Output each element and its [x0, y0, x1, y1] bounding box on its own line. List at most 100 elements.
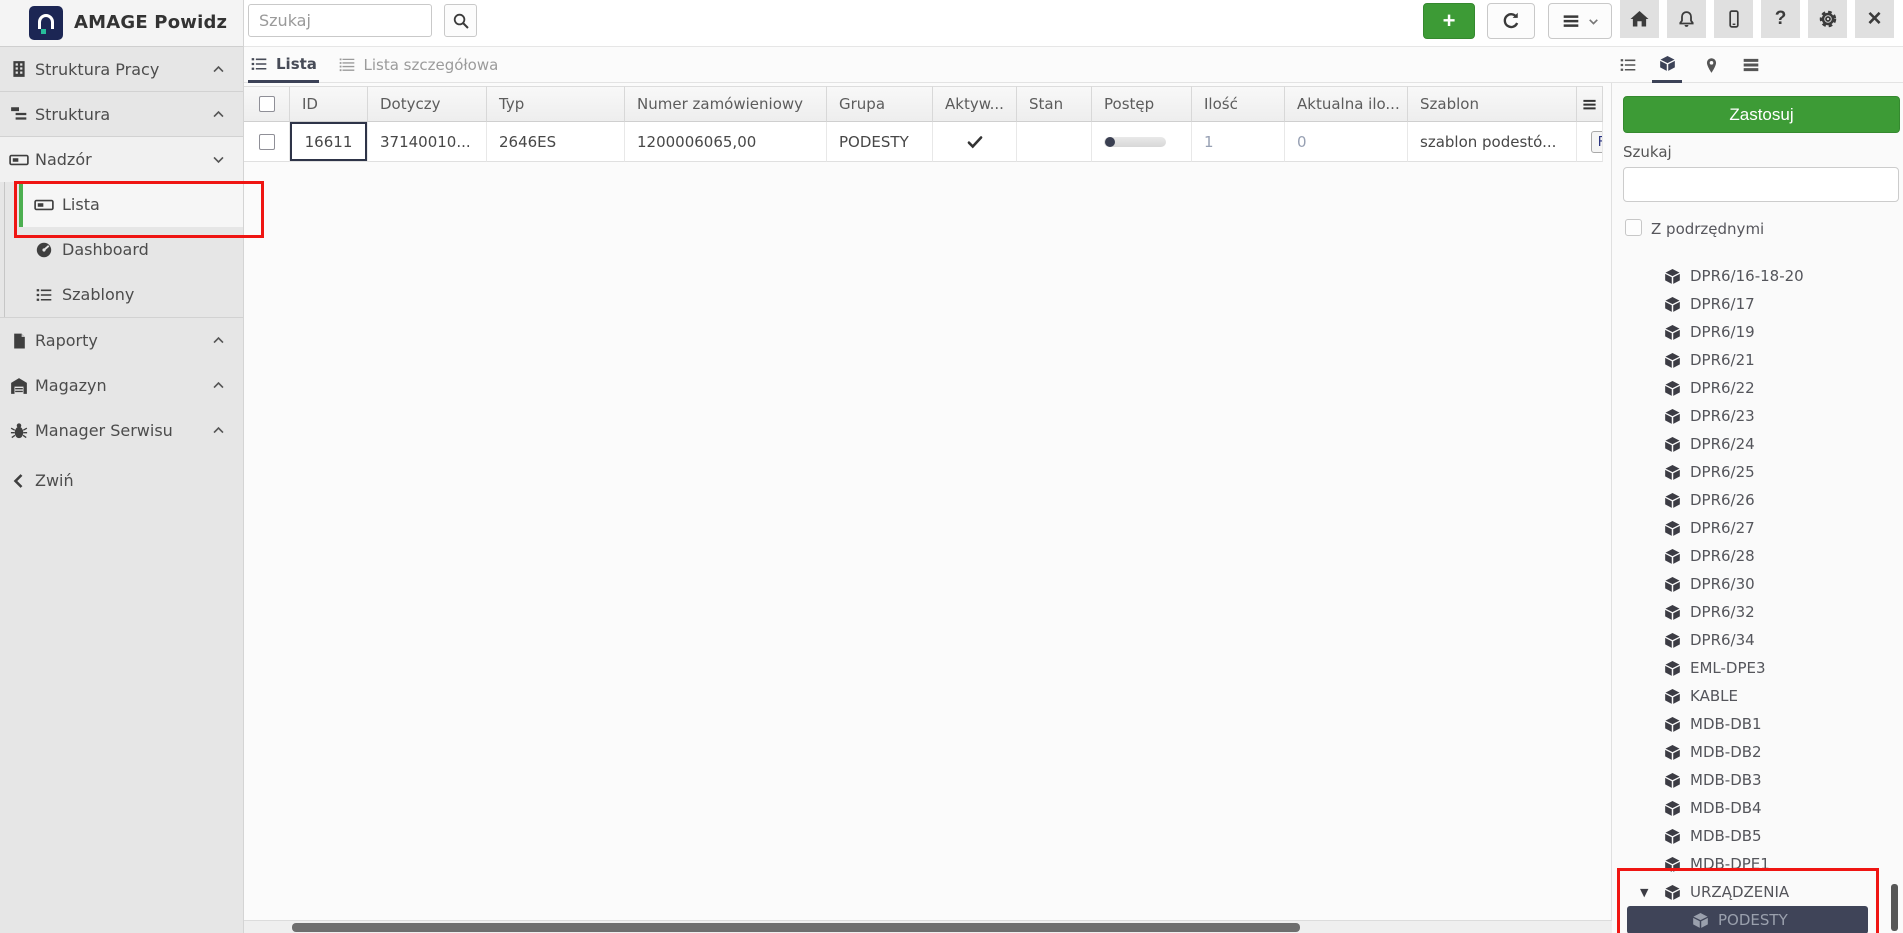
panel-tab-list[interactable] — [1613, 47, 1643, 83]
subtree-checkbox[interactable] — [1625, 219, 1642, 236]
sidebar-item-dashboard[interactable]: Dashboard — [0, 227, 243, 272]
sidebar-item-manager-serwisu[interactable]: Manager Serwisu — [0, 408, 243, 453]
aktualna-ilosc-cell[interactable]: 0 — [1285, 122, 1408, 162]
column-header-stan[interactable]: Stan — [1017, 86, 1092, 122]
tab-lista[interactable]: Lista — [248, 47, 319, 83]
tree-item-podesty[interactable]: PODESTY — [1612, 906, 1890, 933]
column-header-label: ID — [302, 95, 318, 113]
vertical-scrollbar-thumb[interactable] — [1891, 884, 1898, 931]
aktywny-cell[interactable] — [933, 122, 1017, 162]
close-button[interactable]: × — [1855, 0, 1894, 38]
structure-tree: DPR6/16-18-20DPR6/17DPR6/19DPR6/21DPR6/2… — [1612, 262, 1890, 933]
hamburger-menu-button[interactable] — [1548, 3, 1612, 39]
mobile-button[interactable] — [1714, 0, 1753, 38]
tree-item-mdb-db1[interactable]: MDB-DB1 — [1612, 710, 1890, 738]
subtree-checkbox-label: Z podrzędnymi — [1651, 220, 1764, 238]
search-input[interactable] — [248, 4, 432, 37]
sidebar-item-struktura-pracy[interactable]: Struktura Pracy — [0, 47, 243, 92]
dotyczy-cell[interactable]: 37140010... — [368, 122, 487, 162]
gear-button[interactable] — [1808, 0, 1847, 38]
tree-item-dpr6-25[interactable]: DPR6/25 — [1612, 458, 1890, 486]
logo-dot-icon — [41, 29, 46, 34]
table-row[interactable]: 1661137140010...2646ES1200006065,00PODES… — [244, 122, 1603, 162]
typ-cell[interactable]: 2646ES — [487, 122, 625, 162]
sidebar-item-szablony[interactable]: Szablony — [0, 272, 243, 317]
tree-item-mdb-db2[interactable]: MDB-DB2 — [1612, 738, 1890, 766]
sidebar-item-label: Struktura Pracy — [35, 60, 159, 79]
tree-item-label: MDB-DB5 — [1690, 827, 1762, 845]
tree-item-selected[interactable]: PODESTY — [1627, 906, 1868, 933]
tree-item-mdb-db4[interactable]: MDB-DB4 — [1612, 794, 1890, 822]
apply-button[interactable]: Zastosuj — [1623, 96, 1900, 133]
sidebar-item-nadzor[interactable]: Nadzór — [0, 137, 243, 182]
package-icon — [1664, 576, 1681, 593]
tree-item-mdb-dpe1[interactable]: MDB-DPE1 — [1612, 850, 1890, 878]
select-all-checkbox[interactable] — [259, 96, 275, 112]
hamburger-icon — [1561, 12, 1581, 30]
stan-cell[interactable] — [1017, 122, 1092, 162]
tree-item-kable[interactable]: KABLE — [1612, 682, 1890, 710]
column-header-szablon[interactable]: Szablon — [1408, 86, 1577, 122]
tree-item-dpr6-24[interactable]: DPR6/24 — [1612, 430, 1890, 458]
column-header-numer-zamowieniowy[interactable]: Numer zamówieniowy — [625, 86, 827, 122]
chevron-up-icon — [212, 108, 225, 121]
search-button[interactable] — [444, 4, 477, 37]
panel-tab-package[interactable] — [1652, 47, 1682, 83]
column-header-aktyw[interactable]: Aktyw... — [933, 86, 1017, 122]
column-header-typ[interactable]: Typ — [487, 86, 625, 122]
tree-item-dpr6-22[interactable]: DPR6/22 — [1612, 374, 1890, 402]
tree-item-dpr6-30[interactable]: DPR6/30 — [1612, 570, 1890, 598]
tree-item-mdb-db5[interactable]: MDB-DB5 — [1612, 822, 1890, 850]
package-icon — [1664, 716, 1681, 733]
app-window: AMAGE Powidz Struktura PracyStrukturaNad… — [0, 0, 1903, 933]
horizontal-scrollbar-track[interactable] — [244, 920, 1612, 933]
tree-item-dpr6-17[interactable]: DPR6/17 — [1612, 290, 1890, 318]
horizontal-scrollbar-thumb[interactable] — [292, 923, 1300, 932]
tree-item-dpr6-21[interactable]: DPR6/21 — [1612, 346, 1890, 374]
tree-item-dpr6-26[interactable]: DPR6/26 — [1612, 486, 1890, 514]
column-header-grupa[interactable]: Grupa — [827, 86, 933, 122]
tree-expand-arrow-icon[interactable]: ▼ — [1640, 886, 1648, 899]
tab-lista-szczego-owa[interactable]: Lista szczegółowa — [336, 47, 501, 83]
column-header-aktualna-ilo[interactable]: Aktualna ilo... — [1285, 86, 1408, 122]
column-header-id[interactable]: ID — [290, 86, 368, 122]
sidebar-item-lista[interactable]: Lista — [19, 182, 243, 227]
package-icon — [1664, 548, 1681, 565]
tree-item-dpr6-19[interactable]: DPR6/19 — [1612, 318, 1890, 346]
refresh-button[interactable] — [1487, 3, 1535, 39]
tree-item-dpr6-16-18-20[interactable]: DPR6/16-18-20 — [1612, 262, 1890, 290]
sidebar-collapse-button[interactable]: Zwiń — [0, 458, 243, 503]
column-header-dotyczy[interactable]: Dotyczy — [368, 86, 487, 122]
numer-cell[interactable]: 1200006065,00 — [625, 122, 827, 162]
tree-item-mdb-db3[interactable]: MDB-DB3 — [1612, 766, 1890, 794]
tree-item-urzadzenia[interactable]: ▼URZĄDZENIA — [1612, 878, 1890, 906]
ilosc-cell[interactable]: 1 — [1192, 122, 1285, 162]
row-checkbox[interactable] — [259, 134, 275, 150]
id-cell-focused[interactable]: 16611 — [290, 122, 368, 162]
help-button[interactable]: ? — [1761, 0, 1800, 38]
sidebar-item-magazyn[interactable]: Magazyn — [0, 363, 243, 408]
tree-item-dpr6-27[interactable]: DPR6/27 — [1612, 514, 1890, 542]
amage-logo[interactable] — [29, 6, 63, 40]
tree-item-eml-dpe3[interactable]: EML-DPE3 — [1612, 654, 1890, 682]
package-icon — [1664, 604, 1681, 621]
column-menu-cell[interactable] — [1577, 86, 1603, 122]
panel-tab-pin[interactable] — [1696, 47, 1726, 83]
panel-tab-table[interactable] — [1736, 47, 1766, 83]
bell-button[interactable] — [1667, 0, 1706, 38]
tree-item-dpr6-23[interactable]: DPR6/23 — [1612, 402, 1890, 430]
column-header-ilosc[interactable]: Ilość — [1192, 86, 1285, 122]
sidebar-item-raporty[interactable]: Raporty — [0, 318, 243, 363]
row-action-button[interactable]: F — [1591, 131, 1603, 153]
add-button[interactable]: + — [1423, 3, 1475, 39]
tree-item-dpr6-32[interactable]: DPR6/32 — [1612, 598, 1890, 626]
grupa-cell[interactable]: PODESTY — [827, 122, 933, 162]
tree-item-dpr6-34[interactable]: DPR6/34 — [1612, 626, 1890, 654]
column-header-postep[interactable]: Postęp — [1092, 86, 1192, 122]
tree-item-dpr6-28[interactable]: DPR6/28 — [1612, 542, 1890, 570]
szablon-cell[interactable]: szablon podestó... — [1408, 122, 1577, 162]
home-button[interactable] — [1620, 0, 1659, 38]
panel-search-input[interactable] — [1623, 167, 1899, 202]
postep-cell[interactable] — [1092, 122, 1192, 162]
sidebar-item-struktura[interactable]: Struktura — [0, 92, 243, 137]
